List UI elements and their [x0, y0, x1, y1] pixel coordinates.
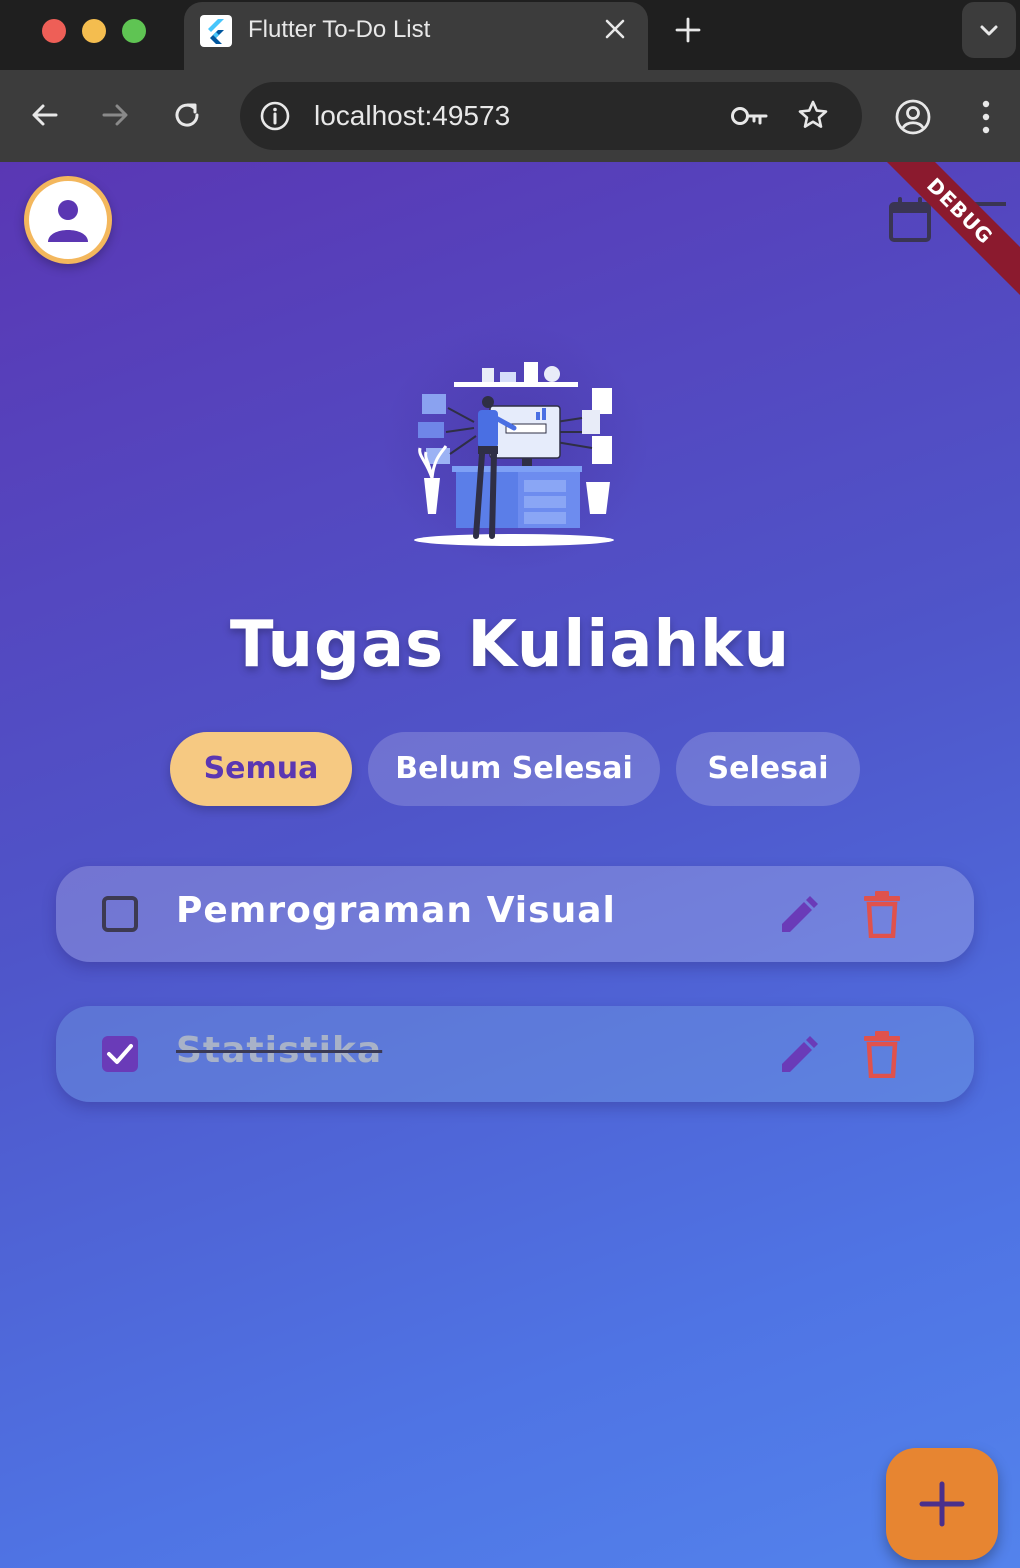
- calendar-icon[interactable]: [886, 196, 934, 244]
- flutter-icon: [200, 15, 232, 47]
- close-window-button[interactable]: [42, 19, 66, 43]
- close-tab-icon[interactable]: [602, 16, 628, 42]
- browser-toolbar: localhost:49573: [0, 70, 1020, 162]
- minimize-window-button[interactable]: [82, 19, 106, 43]
- delete-icon[interactable]: [860, 890, 904, 938]
- tab-title: Flutter To-Do List: [248, 16, 431, 43]
- add-task-button[interactable]: [886, 1448, 998, 1560]
- tab-search-button[interactable]: [962, 2, 1016, 58]
- filter-chip-all[interactable]: Semua: [170, 732, 352, 806]
- url-text[interactable]: localhost:49573: [314, 100, 510, 132]
- profile-icon[interactable]: [894, 98, 932, 136]
- key-icon[interactable]: [730, 102, 770, 130]
- delete-icon[interactable]: [860, 1030, 904, 1078]
- task-item: Statistika: [56, 1006, 974, 1102]
- task-title: Statistika: [176, 1030, 383, 1071]
- checkmark-icon: [107, 1044, 133, 1064]
- filter-chip-done[interactable]: Selesai: [676, 732, 860, 806]
- chevron-down-icon: [980, 25, 998, 36]
- workspace-illustration: [414, 362, 614, 546]
- person-icon: [48, 200, 88, 242]
- forward-arrow-icon[interactable]: [98, 98, 132, 132]
- address-bar[interactable]: localhost:49573: [240, 82, 862, 150]
- plus-icon: [919, 1481, 965, 1527]
- more-menu-icon[interactable]: [970, 98, 1002, 136]
- back-arrow-icon[interactable]: [28, 98, 62, 132]
- maximize-window-button[interactable]: [122, 19, 146, 43]
- new-tab-icon[interactable]: [672, 14, 704, 46]
- task-checkbox[interactable]: [102, 896, 138, 932]
- app-viewport: DEBUG Tugas Kuliahku Semua Belum Selesai…: [0, 162, 1020, 1568]
- browser-tab[interactable]: Flutter To-Do List: [184, 2, 648, 72]
- site-info-icon[interactable]: [258, 99, 292, 133]
- edit-icon[interactable]: [776, 894, 820, 938]
- edit-icon[interactable]: [776, 1034, 820, 1078]
- task-title: Pemrograman Visual: [176, 890, 616, 931]
- filter-chip-pending[interactable]: Belum Selesai: [368, 732, 660, 806]
- task-item: Pemrograman Visual: [56, 866, 974, 962]
- browser-tab-bar: Flutter To-Do List: [0, 0, 1020, 72]
- task-checkbox[interactable]: [102, 1036, 138, 1072]
- star-icon[interactable]: [796, 98, 830, 132]
- reload-icon[interactable]: [170, 98, 204, 132]
- page-title: Tugas Kuliahku: [229, 608, 791, 682]
- profile-avatar-button[interactable]: [24, 176, 112, 264]
